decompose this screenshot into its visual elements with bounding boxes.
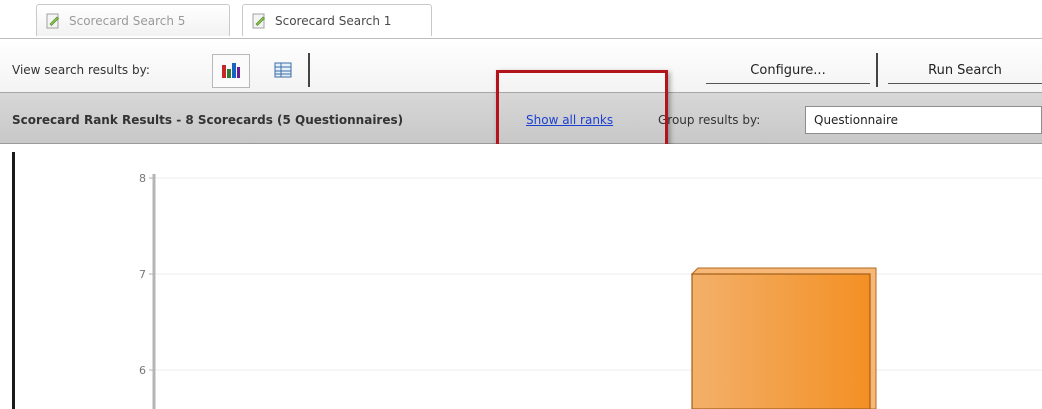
y-tick-label: 8 — [139, 172, 146, 185]
y-tick-label: 6 — [139, 364, 146, 377]
tab-scorecard-search-1[interactable]: Scorecard Search 1 — [242, 4, 432, 36]
table-view-button[interactable] — [264, 54, 302, 88]
toolbar-separator — [308, 53, 310, 87]
button-underline — [888, 83, 1042, 84]
results-title: Scorecard Rank Results - 8 Scorecards (5… — [12, 113, 404, 127]
tab-label: Scorecard Search 1 — [275, 13, 392, 28]
bar-face — [691, 273, 871, 409]
group-results-select[interactable]: Questionnaire — [805, 106, 1042, 134]
chart-bar[interactable] — [690, 267, 877, 409]
tab-label: Scorecard Search 5 — [69, 13, 186, 28]
bar-chart-icon — [220, 61, 242, 82]
document-edit-icon — [45, 13, 61, 29]
run-search-button[interactable]: Run Search — [888, 55, 1042, 85]
document-edit-icon — [251, 13, 267, 29]
rank-chart: 8 7 6 — [0, 144, 1042, 409]
group-results-label: Group results by: — [658, 113, 761, 127]
results-header-bar: Scorecard Rank Results - 8 Scorecards (5… — [0, 92, 1042, 144]
tab-strip: Scorecard Search 5 Scorecard Search 1 — [0, 0, 1042, 38]
search-toolbar: View search results by: Configure... Run… — [0, 38, 1042, 92]
table-grid-icon — [274, 62, 292, 81]
y-tick-label: 7 — [139, 268, 146, 281]
bar-chart: 8 7 6 — [139, 172, 1042, 409]
chart-view-button[interactable] — [212, 54, 250, 88]
show-all-ranks-link[interactable]: Show all ranks — [526, 113, 613, 127]
button-underline — [706, 83, 870, 84]
view-results-label: View search results by: — [12, 63, 150, 77]
configure-button[interactable]: Configure... — [706, 55, 870, 85]
toolbar-separator — [876, 53, 878, 87]
tab-scorecard-search-5[interactable]: Scorecard Search 5 — [36, 4, 230, 36]
